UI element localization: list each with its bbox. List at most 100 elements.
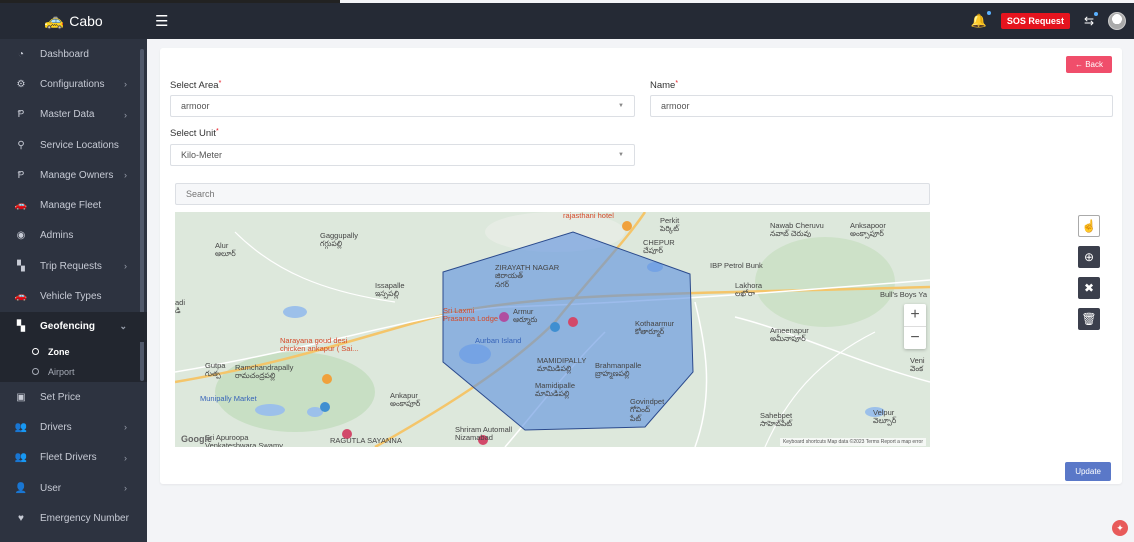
caret-down-icon: ▼ (618, 152, 624, 158)
map-search-input[interactable] (175, 183, 930, 205)
sidebar-item-manage-fleet[interactable]: 🚗 Manage Fleet (0, 190, 147, 220)
sidebar-item-label: Master Data (40, 109, 95, 121)
times-icon[interactable]: ✖ (1078, 277, 1100, 299)
subitem-label: Zone (48, 346, 70, 357)
map-place-label: MAMIDIPALLY మామిడిపల్లి (537, 356, 587, 374)
select-unit-label-text: Select Unit (170, 128, 216, 139)
map-place-label: Anksapoor అంక్సాపూర్ (850, 221, 886, 239)
sidebar-item-label: Fleet Drivers (40, 452, 97, 464)
money-icon: ▣ (16, 391, 26, 403)
map-place-label: Gutpa గుత్ప (205, 361, 226, 379)
zoom-out-button[interactable]: − (904, 327, 926, 349)
update-button[interactable]: Update (1065, 462, 1111, 481)
map-place-label: Govindpet గోవింద్ పేట్ (630, 397, 665, 423)
sidebar-item-label: User (40, 482, 62, 494)
top-bar: 🚕 Cabo ☰ 🔔 SOS Request ⇆ (0, 3, 1134, 39)
plus-circle-icon[interactable]: ⊕ (1078, 246, 1100, 268)
circle-icon (32, 348, 39, 356)
brand[interactable]: 🚕 Cabo (0, 3, 147, 39)
car-logo-icon: 🚕 (44, 13, 65, 30)
heart-icon: ♥ (18, 512, 24, 524)
users-icon: 👥 (14, 452, 28, 464)
map-place-label: Alur ఆలూర్ (215, 241, 236, 259)
bell-icon[interactable]: 🔔 (971, 11, 991, 29)
top-right-actions: 🔔 SOS Request ⇆ (971, 3, 1126, 39)
select-area-label-text: Select Area (170, 80, 219, 91)
assistant-brain-icon[interactable]: ✦ (1112, 520, 1128, 536)
map-place-label: Munipally Market (200, 394, 257, 403)
sidebar-item-label: Drivers (40, 421, 72, 433)
sidebar-item-trip-requests[interactable]: ▚ Trip Requests › (0, 251, 147, 281)
map-place-label: Armur ఆర్మూరు (513, 307, 538, 325)
p-icon: Ᵽ (17, 109, 25, 121)
user-circle-icon: ◉ (16, 230, 26, 242)
notification-dot (986, 11, 991, 15)
sidebar-item-configurations[interactable]: ⚙ Configurations › (0, 69, 147, 99)
avatar[interactable] (1108, 12, 1126, 30)
sidebar-item-set-price[interactable]: ▣ Set Price (0, 382, 147, 412)
map-place-label: Lakhora లఖోరా (735, 281, 763, 299)
map-attribution[interactable]: Keyboard shortcuts Map data ©2023 Terms … (779, 438, 926, 446)
sidebar-item-label: Geofencing (40, 321, 96, 333)
map-place-label: Velpur వెల్పూర్ (873, 408, 897, 426)
p-icon: Ᵽ (17, 169, 25, 181)
chevron-right-icon: › (124, 79, 127, 90)
select-area-value: armoor (181, 101, 210, 111)
sidebar-item-manage-owners[interactable]: Ᵽ Manage Owners › (0, 160, 147, 190)
sidebar-item-label: Admins (40, 230, 74, 242)
dashboard-icon: ◔ (17, 48, 25, 60)
back-button[interactable]: ← Back (1065, 56, 1112, 73)
map-place-label: Bull's Boys Ya (880, 290, 928, 299)
sidebar-item-label: Manage Fleet (40, 200, 102, 212)
select-unit-label: Select Unit* (170, 128, 219, 139)
sidebar-item-label: Trip Requests (40, 260, 102, 272)
select-unit-dropdown[interactable]: Kilo-Meter ▼ (170, 144, 635, 166)
chevron-right-icon: › (124, 452, 127, 463)
map-place-label: CHEPUR చేపూర్ (643, 238, 675, 256)
sidebar-item-user[interactable]: 👤 User › (0, 473, 147, 503)
sos-request-button[interactable]: SOS Request (1000, 13, 1070, 29)
map-place-label: Ramchandrapally రామచంద్రపల్లి (235, 363, 294, 381)
zoom-control: + − (904, 304, 926, 349)
sidebar-item-emergency-number[interactable]: ♥ Emergency Number (0, 503, 147, 533)
hand-icon[interactable]: ☝ (1078, 215, 1100, 237)
geofencing-submenu: Zone Airport (0, 341, 147, 382)
sidebar-item-label: Service Locations (40, 139, 119, 151)
sidebar-item-master-data[interactable]: Ᵽ Master Data › (0, 100, 147, 130)
map-canvas (175, 212, 930, 447)
map-place-label: RAGUTLA SAYANNA (330, 436, 402, 445)
map-place-label: Brahmanpalle బ్రాహ్మణపల్లి (595, 361, 642, 379)
sidebar-item-vehicle-types[interactable]: 🚗 Vehicle Types (0, 281, 147, 311)
sidebar-item-fleet-drivers[interactable]: 👥 Fleet Drivers › (0, 443, 147, 473)
hamburger-menu-icon[interactable]: ☰ (155, 12, 168, 30)
map-place-label: Sahebpet సాహెబ్‌పేట్ (760, 411, 793, 429)
select-unit-value: Kilo-Meter (181, 150, 223, 160)
sidebar-item-drivers[interactable]: 👥 Drivers › (0, 412, 147, 442)
map-place-label: Perkit పెర్కిట్ (660, 216, 680, 234)
chevron-right-icon: › (124, 422, 127, 433)
zoom-in-button[interactable]: + (904, 304, 926, 326)
name-field[interactable]: armoor (650, 95, 1113, 117)
map-place-label: Veni వెంక (910, 356, 925, 374)
map-place-label: Kothaarmur కోతార్మూర్ (635, 319, 675, 337)
map-place-label: Nawab Cheruvu నవాబ్ చెరువు (770, 221, 824, 239)
sidebar-item-label: Dashboard (40, 48, 89, 60)
language-icon[interactable]: ⇆ (1084, 12, 1098, 28)
name-label: Name* (650, 80, 679, 91)
sidebar-item-geofencing[interactable]: ▚ Geofencing ⌄ (0, 311, 147, 342)
name-label-text: Name (650, 80, 676, 91)
sidebar-subitem-airport[interactable]: Airport (0, 362, 147, 382)
sidebar-item-dashboard[interactable]: ◔ Dashboard (0, 39, 147, 69)
sidebar-item-admins[interactable]: ◉ Admins (0, 221, 147, 251)
google-logo: Google (181, 434, 212, 444)
select-area-dropdown[interactable]: armoor ▼ (170, 95, 635, 117)
sidebar-item-service-locations[interactable]: ⚲ Service Locations (0, 130, 147, 160)
circle-icon (32, 368, 39, 376)
map-place-label: Gaggupally గగ్గుపల్లి (320, 231, 358, 249)
geofence-map[interactable]: Alur ఆలూర్ Gaggupally గగ్గుపల్లి Issapalle… (175, 212, 930, 447)
name-value: armoor (661, 101, 690, 111)
language-dot (1094, 12, 1098, 16)
trash-icon[interactable]: 🗑 (1078, 308, 1100, 330)
chevron-right-icon: › (124, 483, 127, 493)
sidebar-subitem-zone[interactable]: Zone (0, 342, 147, 362)
